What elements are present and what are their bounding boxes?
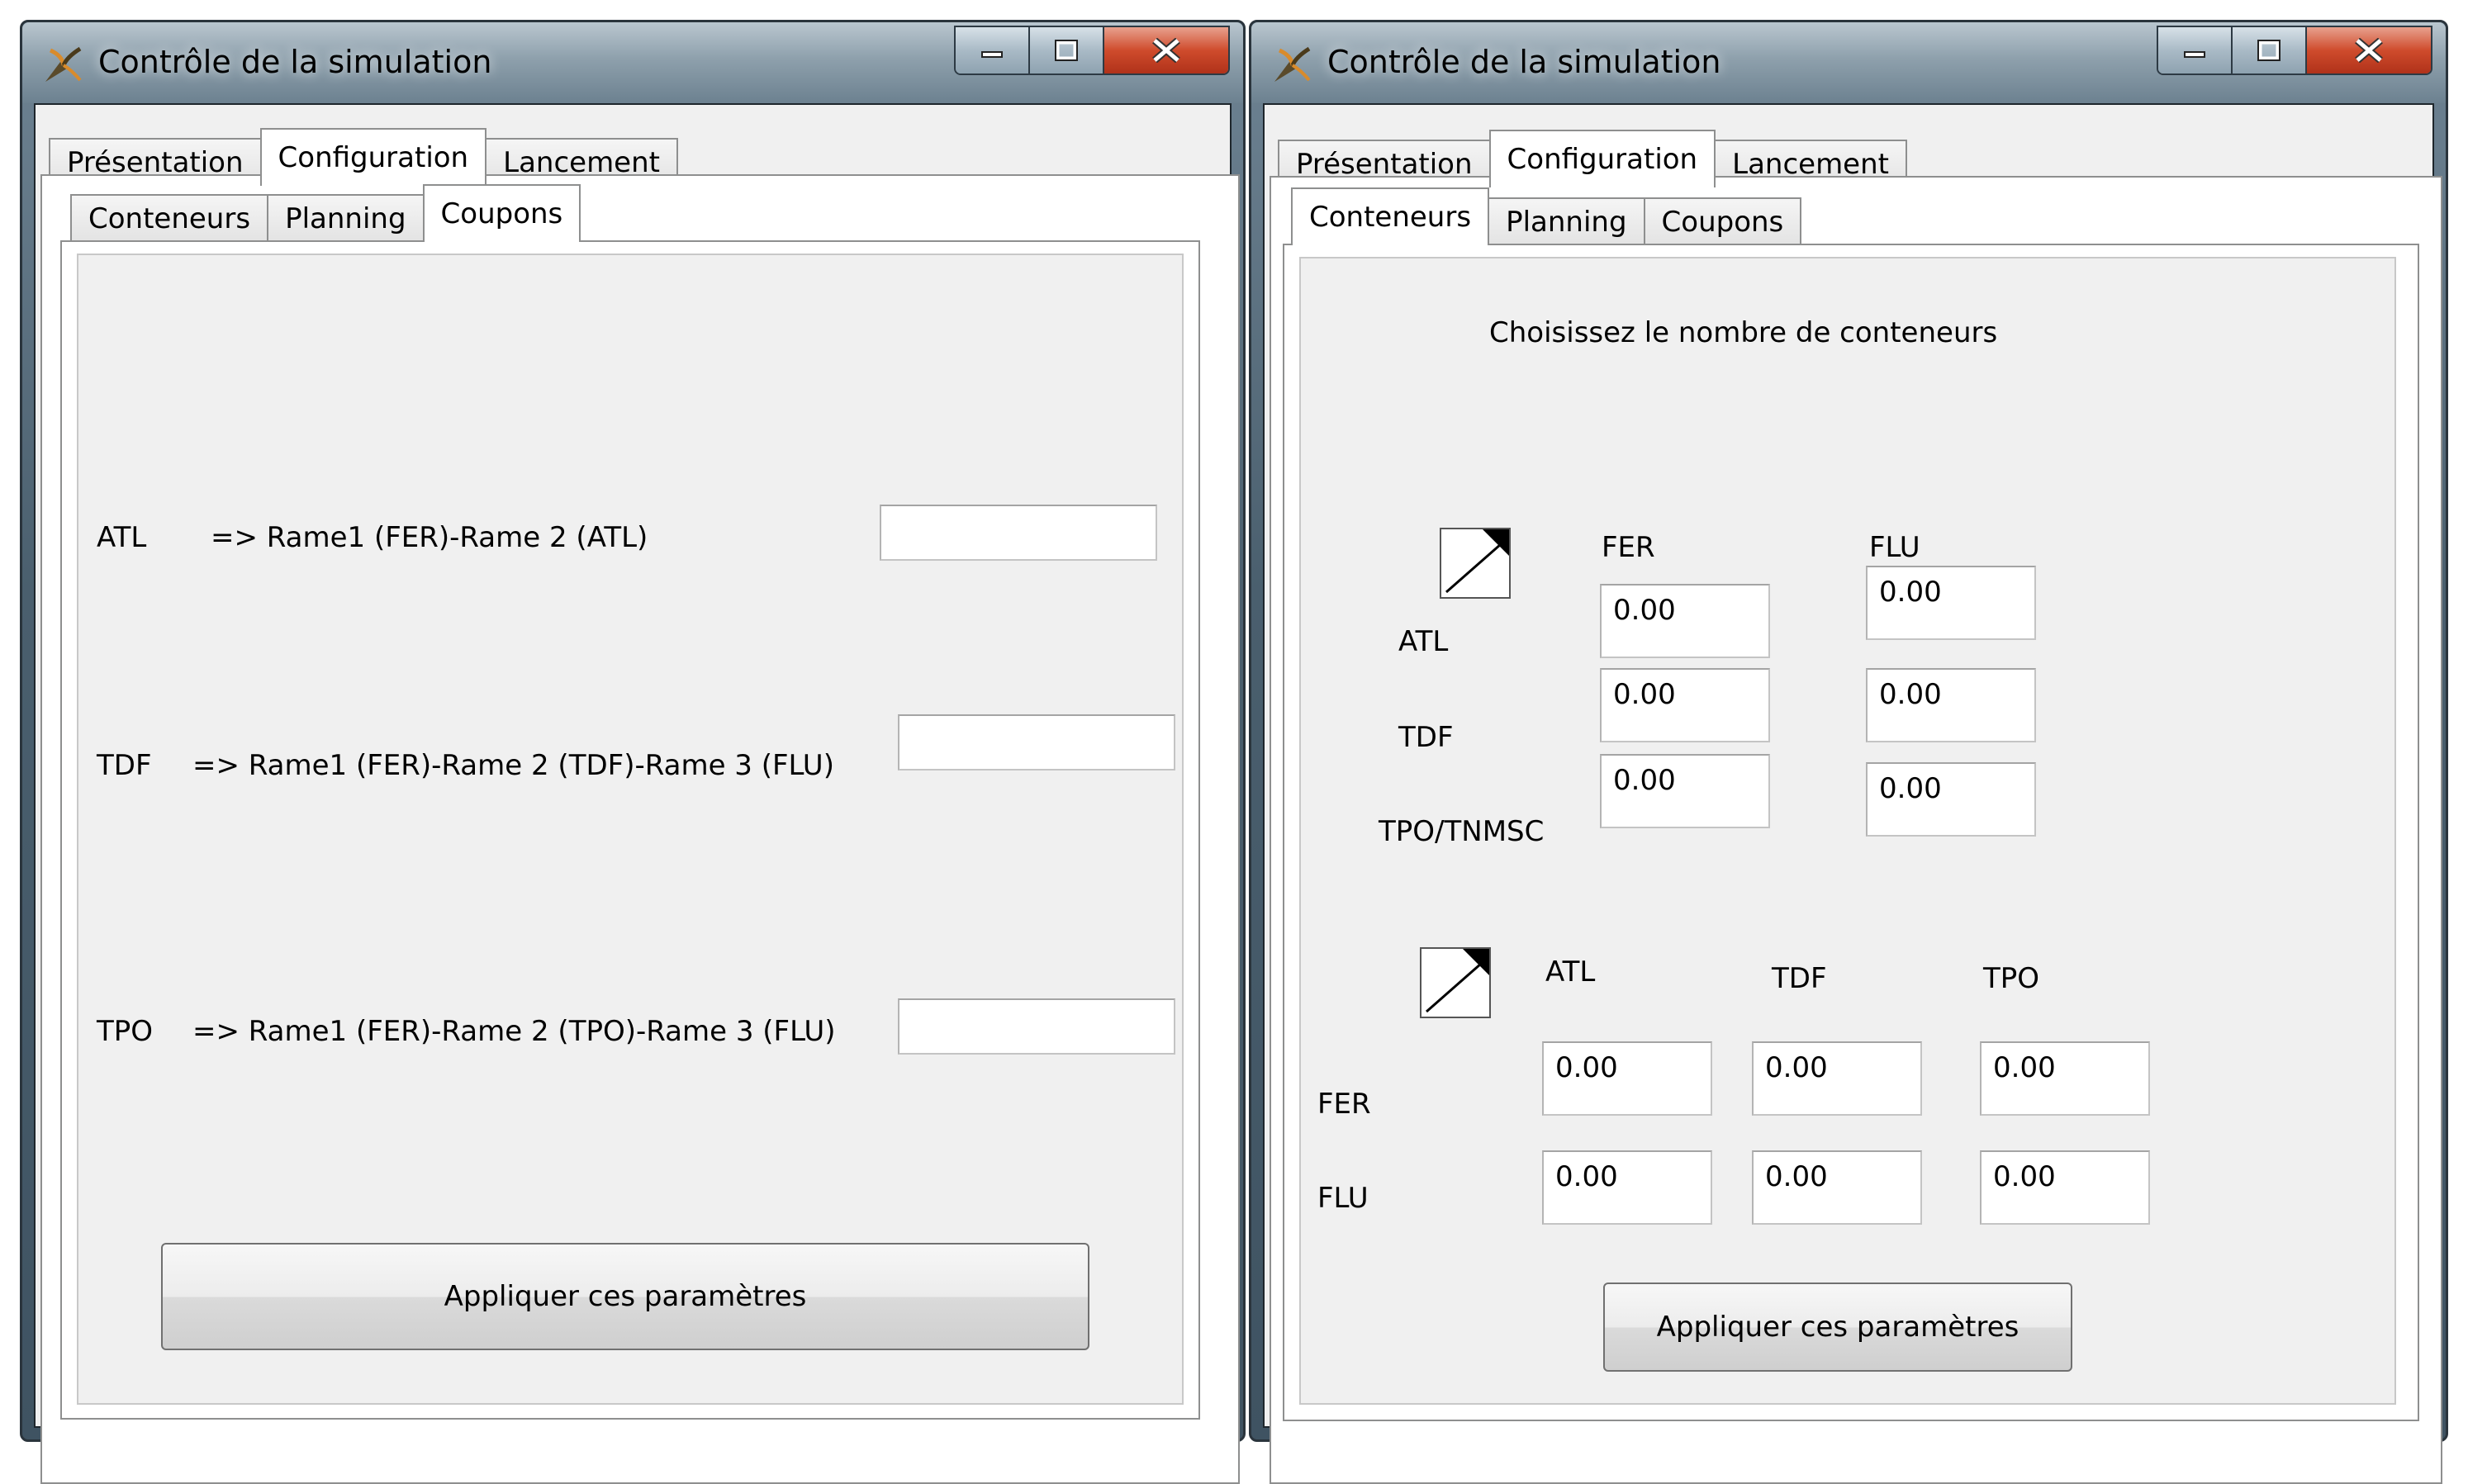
grid1-input-tpo-flu[interactable]: 0.00 bbox=[1866, 762, 2036, 837]
subtab-planning[interactable]: Planning bbox=[267, 194, 425, 242]
sub-tab-bar: Conteneurs Planning Coupons bbox=[70, 184, 581, 242]
coupons-panel: ATL => Rame1 (FER)-Rame 2 (ATL) TDF => R… bbox=[77, 254, 1184, 1405]
subtab-coupons[interactable]: Coupons bbox=[1643, 197, 1802, 245]
subtab-conteneurs[interactable]: Conteneurs bbox=[1291, 187, 1490, 245]
close-button[interactable] bbox=[2307, 27, 2431, 73]
grid2-col-tpo: TPO bbox=[1983, 962, 2040, 995]
window-client-area: Présentation Configuration Lancement Con… bbox=[1263, 103, 2442, 1484]
conteneurs-pane: Choisissez le nombre de conteneurs FER F… bbox=[1283, 244, 2419, 1421]
grid1-col-flu: FLU bbox=[1869, 531, 1920, 564]
conteneurs-panel: Choisissez le nombre de conteneurs FER F… bbox=[1299, 257, 2396, 1405]
grid1-input-tdf-flu[interactable]: 0.00 bbox=[1866, 668, 2036, 742]
window-title: Contrôle de la simulation bbox=[1327, 44, 1721, 80]
close-icon bbox=[2355, 38, 2383, 63]
grid1-input-atl-flu[interactable]: 0.00 bbox=[1866, 566, 2036, 640]
grid1-input-tdf-fer[interactable]: 0.00 bbox=[1600, 668, 1770, 742]
caption-buttons bbox=[2157, 26, 2432, 75]
maximize-button[interactable] bbox=[2233, 27, 2307, 73]
grid1-row-atl: ATL bbox=[1398, 625, 1449, 658]
grid2-input-flu-tdf[interactable]: 0.00 bbox=[1752, 1150, 1922, 1225]
grid2-input-flu-atl[interactable]: 0.00 bbox=[1542, 1150, 1712, 1225]
diagonal-arrow-icon bbox=[1426, 949, 1489, 1013]
minimize-icon bbox=[981, 51, 1003, 58]
coupon-code-atl: ATL bbox=[97, 521, 147, 554]
grid1-input-tpo-fer[interactable]: 0.00 bbox=[1600, 754, 1770, 828]
close-button[interactable] bbox=[1104, 27, 1228, 73]
subtab-planning[interactable]: Planning bbox=[1488, 197, 1645, 245]
grid2-row-fer: FER bbox=[1317, 1088, 1371, 1121]
app-icon bbox=[1274, 46, 1311, 82]
diagonal-arrow-icon bbox=[1445, 529, 1509, 594]
grid2-row-flu: FLU bbox=[1317, 1182, 1369, 1215]
grid2-col-tdf: TDF bbox=[1772, 962, 1827, 995]
title-bar[interactable]: Contrôle de la simulation bbox=[22, 22, 1243, 103]
coupon-input-atl[interactable] bbox=[880, 505, 1157, 561]
sub-tab-bar: Conteneurs Planning Coupons bbox=[1291, 187, 1802, 245]
app-icon bbox=[45, 46, 82, 82]
grid2-corner-cell bbox=[1420, 947, 1491, 1018]
grid1-row-tpo-tnmsc: TPO/TNMSC bbox=[1379, 815, 1545, 848]
maximize-icon bbox=[1055, 40, 1078, 61]
caption-buttons bbox=[954, 26, 1230, 75]
configuration-pane: Conteneurs Planning Coupons Choisissez l… bbox=[1270, 176, 2442, 1484]
coupons-pane: ATL => Rame1 (FER)-Rame 2 (ATL) TDF => R… bbox=[60, 240, 1200, 1420]
title-bar[interactable]: Contrôle de la simulation bbox=[1251, 22, 2446, 103]
window-client-area: Présentation Configuration Lancement Con… bbox=[34, 103, 1240, 1484]
subtab-coupons[interactable]: Coupons bbox=[422, 184, 581, 242]
minimize-button[interactable] bbox=[2158, 27, 2233, 73]
coupon-route-tdf: => Rame1 (FER)-Rame 2 (TDF)-Rame 3 (FLU) bbox=[192, 749, 834, 782]
minimize-button[interactable] bbox=[956, 27, 1030, 73]
tab-configuration[interactable]: Configuration bbox=[1488, 130, 1716, 187]
tab-configuration[interactable]: Configuration bbox=[259, 128, 487, 186]
grid1-input-atl-fer[interactable]: 0.00 bbox=[1600, 584, 1770, 658]
grid1-col-fer: FER bbox=[1602, 531, 1655, 564]
simulation-window-coupons: Contrôle de la simulation Présentation C… bbox=[20, 20, 1246, 1484]
coupon-route-atl: => Rame1 (FER)-Rame 2 (ATL) bbox=[211, 521, 648, 554]
coupon-input-tdf[interactable] bbox=[898, 714, 1175, 770]
close-icon bbox=[1152, 38, 1180, 63]
window-title: Contrôle de la simulation bbox=[98, 44, 492, 80]
grid2-input-flu-tpo[interactable]: 0.00 bbox=[1980, 1150, 2150, 1225]
grid2-input-fer-atl[interactable]: 0.00 bbox=[1542, 1041, 1712, 1116]
subtab-conteneurs[interactable]: Conteneurs bbox=[70, 194, 269, 242]
coupon-input-tpo[interactable] bbox=[898, 998, 1175, 1055]
apply-button[interactable]: Appliquer ces paramètres bbox=[161, 1243, 1089, 1350]
apply-button[interactable]: Appliquer ces paramètres bbox=[1603, 1282, 2072, 1372]
minimize-icon bbox=[2184, 51, 2205, 58]
coupon-route-tpo: => Rame1 (FER)-Rame 2 (TPO)-Rame 3 (FLU) bbox=[192, 1015, 836, 1048]
grid2-col-atl: ATL bbox=[1545, 955, 1596, 989]
coupon-code-tdf: TDF bbox=[97, 749, 152, 782]
maximize-icon bbox=[2257, 40, 2281, 61]
simulation-window-conteneurs: Contrôle de la simulation Présentation C… bbox=[1249, 20, 2448, 1484]
grid2-input-fer-tpo[interactable]: 0.00 bbox=[1980, 1041, 2150, 1116]
containers-heading: Choisissez le nombre de conteneurs bbox=[1489, 316, 1998, 349]
maximize-button[interactable] bbox=[1030, 27, 1104, 73]
grid2-input-fer-tdf[interactable]: 0.00 bbox=[1752, 1041, 1922, 1116]
coupon-code-tpo: TPO bbox=[97, 1015, 154, 1048]
grid1-row-tdf: TDF bbox=[1398, 721, 1454, 754]
grid1-corner-cell bbox=[1440, 528, 1511, 599]
configuration-pane: Conteneurs Planning Coupons ATL => Rame1… bbox=[40, 174, 1240, 1484]
